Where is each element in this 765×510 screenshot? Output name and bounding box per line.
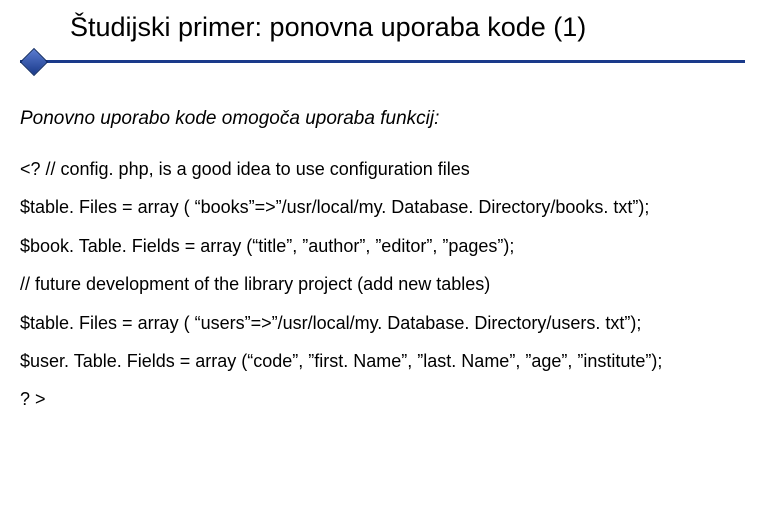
slide: Študijski primer: ponovna uporaba kode (… — [0, 0, 765, 510]
slide-title: Študijski primer: ponovna uporaba kode (… — [70, 12, 725, 43]
code-line: $table. Files = array ( “books”=>”/usr/l… — [20, 196, 735, 219]
slide-body: Ponovno uporabo kode omogoča uporaba fun… — [20, 108, 735, 427]
code-line: $table. Files = array ( “users”=>”/usr/l… — [20, 312, 735, 335]
code-line: // future development of the library pro… — [20, 273, 735, 296]
intro-text: Ponovno uporabo kode omogoča uporaba fun… — [20, 108, 735, 130]
title-rule — [20, 60, 745, 63]
title-area: Študijski primer: ponovna uporaba kode (… — [70, 12, 725, 43]
code-line: $user. Table. Fields = array (“code”, ”f… — [20, 350, 735, 373]
code-line: <? // config. php, is a good idea to use… — [20, 158, 735, 181]
diamond-icon — [20, 48, 48, 76]
code-line: $book. Table. Fields = array (“title”, ”… — [20, 235, 735, 258]
code-line: ? > — [20, 388, 735, 411]
